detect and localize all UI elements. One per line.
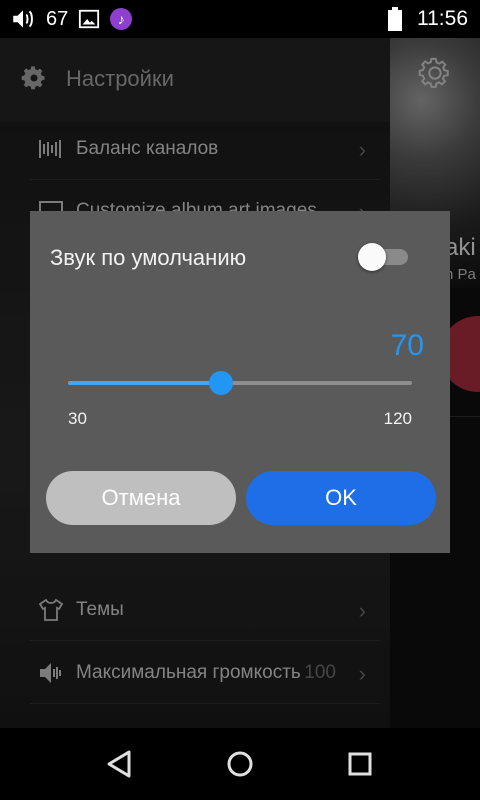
slider-max-label: 120 bbox=[383, 409, 412, 428]
home-icon[interactable] bbox=[220, 744, 260, 784]
navigation-bar bbox=[0, 728, 480, 800]
slider-fill bbox=[68, 381, 221, 385]
toggle-thumb bbox=[358, 243, 386, 271]
slider-min-label: 30 bbox=[68, 409, 87, 428]
battery-icon bbox=[388, 7, 402, 31]
cancel-button[interactable]: Отмена bbox=[46, 471, 236, 525]
back-icon[interactable] bbox=[100, 744, 140, 784]
recents-icon[interactable] bbox=[340, 744, 380, 784]
volume-level: 67 bbox=[46, 7, 69, 30]
default-volume-dialog: Звук по умолчанию 70 30 120 Отмена OK bbox=[30, 211, 450, 553]
volume-icon bbox=[13, 10, 33, 28]
slider-value: 70 bbox=[390, 329, 424, 362]
dialog-title: Звук по умолчанию bbox=[50, 245, 247, 270]
music-note-icon: ♪ bbox=[110, 8, 133, 30]
volume-slider[interactable] bbox=[68, 369, 412, 397]
image-icon bbox=[79, 9, 100, 29]
ok-button[interactable]: OK bbox=[246, 471, 436, 525]
clock: 11:56 bbox=[417, 7, 468, 30]
default-volume-toggle[interactable] bbox=[358, 243, 408, 271]
status-bar: 67 ♪ 11:56 bbox=[0, 0, 480, 38]
slider-thumb[interactable] bbox=[208, 371, 233, 395]
